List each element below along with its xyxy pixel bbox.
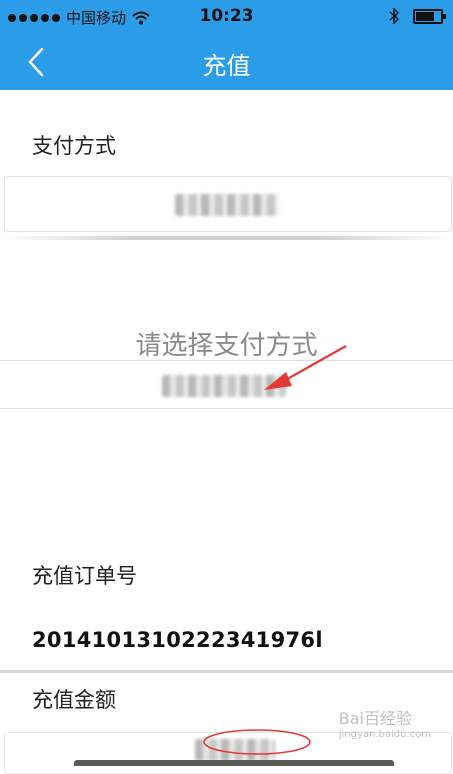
payment-method-value-blurred: [175, 194, 279, 216]
page-title: 充值: [202, 52, 251, 80]
status-time: 10:23: [199, 6, 254, 26]
picker-divider-bottom: [0, 408, 453, 409]
watermark: Bai百经验 jingyan.baidu.com: [339, 705, 431, 740]
order-number-value: 2014101310222341976l: [32, 628, 323, 652]
watermark-text: Bai百经验: [338, 709, 412, 728]
bottom-toolbar-edge: [74, 760, 394, 766]
recharge-amount-label: 充值金额: [32, 688, 116, 712]
bluetooth-icon: [389, 8, 399, 24]
payment-option[interactable]: [0, 361, 453, 407]
payment-picker-title: 请选择支付方式: [135, 331, 318, 361]
status-bar: 中国移动 10:23: [0, 0, 453, 34]
payment-method-field[interactable]: [4, 176, 452, 232]
picker-top-border: [0, 236, 453, 240]
watermark-sub: jingyan.baidu.com: [338, 729, 431, 740]
battery-icon: [413, 8, 446, 24]
payment-option-label-blurred: [162, 375, 286, 397]
payment-method-label: 支付方式: [32, 134, 116, 158]
nav-bar: 充值: [0, 34, 453, 90]
status-right: [389, 8, 446, 24]
recharge-amount-value-blurred: [195, 739, 275, 761]
section-divider: [0, 670, 453, 673]
order-number-label: 充值订单号: [32, 564, 137, 588]
